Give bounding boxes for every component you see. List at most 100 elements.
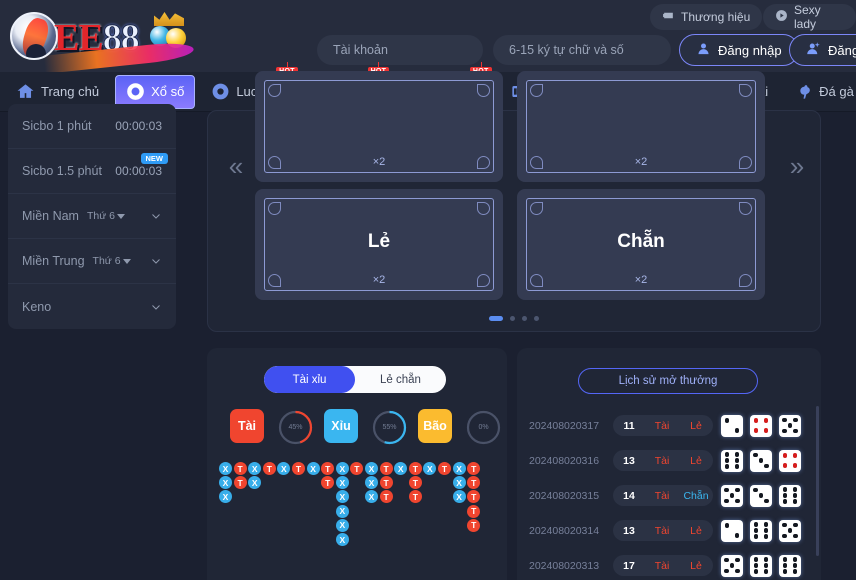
- bet-chip-xiu[interactable]: Xỉu: [324, 409, 358, 443]
- chevron-down-icon[interactable]: [150, 210, 162, 222]
- die-pip: [753, 418, 759, 423]
- bet-carousel: ×2 ×2 Lẻ ×2 Chẵn ×2 « »: [207, 71, 821, 332]
- bead-road-cell: T: [321, 462, 335, 475]
- sexy-lady-pill-button[interactable]: Sexy lady: [763, 3, 856, 31]
- bet-card-multiplier: ×2: [372, 274, 386, 286]
- die-pip: [793, 428, 798, 434]
- die-pip: [792, 569, 798, 574]
- die-face-6: [750, 554, 772, 577]
- die-pip: [782, 487, 788, 492]
- bead-road-cell: X: [335, 533, 349, 546]
- carousel-next-button[interactable]: »: [783, 153, 811, 181]
- bead-road-chart: XXXTTXXTXTXTTXXXXXXTXXXTTTXTTTXTXXXTTTTT: [219, 462, 499, 580]
- bet-card[interactable]: ×2: [255, 71, 503, 182]
- history-parity-label: Lẻ: [690, 419, 702, 432]
- main-content: ×2 ×2 Lẻ ×2 Chẵn ×2 « » Tài xỉu Lẻ chẵn Tài 45%…: [193, 71, 856, 580]
- bet-card-lẻ[interactable]: Lẻ ×2: [255, 189, 503, 300]
- login-button[interactable]: Đăng nhập: [679, 34, 799, 66]
- percent-ring-xiu: 55%: [371, 409, 408, 446]
- die-face-2: [721, 519, 743, 542]
- carousel-dot[interactable]: [510, 316, 515, 321]
- die-pip: [729, 493, 735, 498]
- history-dice-set: [721, 449, 801, 472]
- bet-card-chẵn[interactable]: Chẵn ×2: [517, 189, 765, 300]
- tab-tài-xỉu[interactable]: Tài xỉu: [264, 366, 355, 393]
- history-dice-set: [721, 484, 801, 507]
- bead-road-cell: T: [408, 490, 422, 504]
- history-size-label: Tài: [654, 419, 670, 432]
- history-issue-id: 202408020317: [529, 419, 600, 432]
- bead-road-cell: T: [438, 462, 451, 475]
- carousel-dot[interactable]: [522, 316, 527, 321]
- die-face-6: [779, 484, 801, 507]
- chevron-down-icon[interactable]: [150, 301, 162, 313]
- die-pip: [753, 563, 759, 568]
- bead-road-cell: T: [467, 476, 481, 490]
- percent-ring-tai: 45%: [277, 409, 314, 446]
- password-input[interactable]: [493, 35, 671, 65]
- die-pip: [724, 487, 729, 493]
- die-pip: [787, 528, 793, 533]
- die-pip: [782, 563, 788, 568]
- tab-lẻ-chẵn[interactable]: Lẻ chẵn: [355, 366, 446, 393]
- bead-road-cell: X: [452, 490, 466, 504]
- sidebar-item-miền-nam[interactable]: Miền Nam Thứ 6: [8, 194, 176, 239]
- sidebar-item-label: Sicbo 1.5 phút: [22, 164, 102, 178]
- die-face-6: [750, 519, 772, 542]
- die-pip: [782, 417, 787, 423]
- bead-road-cell: X: [423, 462, 437, 475]
- die-pip: [792, 557, 798, 562]
- die-pip: [792, 453, 798, 458]
- bet-chip-bao[interactable]: Bão: [418, 409, 452, 443]
- ornament-corner-icon: [268, 202, 281, 215]
- logo-ball-icon: [10, 12, 58, 60]
- die-pip: [763, 528, 769, 533]
- brand-icon: [662, 9, 675, 25]
- register-button[interactable]: Đăng k: [789, 34, 856, 66]
- bead-road-cell: X: [452, 476, 466, 490]
- ornament-corner-icon: [268, 84, 281, 97]
- die-face-5: [721, 554, 743, 577]
- bead-road-cell: X: [248, 462, 262, 475]
- nav-item-label: Đá gà: [819, 84, 854, 99]
- bead-road-cell: T: [467, 518, 481, 532]
- percent-ring-label: 45%: [288, 424, 303, 431]
- die-pip: [793, 522, 798, 528]
- die-face-3: [750, 449, 772, 472]
- die-pip: [793, 417, 798, 423]
- die-pip: [729, 563, 735, 568]
- sidebar-item-label: Miền Trung: [22, 254, 85, 268]
- bead-road-cell: X: [219, 462, 232, 475]
- sidebar-day-selector[interactable]: Thứ 6: [93, 255, 131, 267]
- die-pip: [787, 423, 793, 428]
- die-face-3: [750, 484, 772, 507]
- bet-chip-tai[interactable]: Tài: [230, 409, 264, 443]
- sidebar-item-miền-trung[interactable]: Miền Trung Thứ 6: [8, 239, 176, 284]
- nav-item-đá-gà[interactable]: Đá gà: [784, 75, 856, 109]
- bet-card[interactable]: ×2: [517, 71, 765, 182]
- brand-pill-button[interactable]: Thương hiệu: [650, 4, 763, 30]
- chevron-down-icon[interactable]: [150, 255, 162, 267]
- nav-item-label: Xổ số: [151, 84, 185, 99]
- new-badge: NEW: [140, 153, 168, 164]
- bead-road-cell: X: [452, 462, 466, 475]
- die-pip: [724, 557, 729, 563]
- sidebar-item-sicbo-1-phút[interactable]: Sicbo 1 phút 00:00:03: [8, 104, 176, 149]
- history-scrollbar[interactable]: [816, 406, 819, 556]
- history-button[interactable]: Lịch sử mở thưởng: [578, 368, 758, 394]
- site-logo[interactable]: EE88: [6, 6, 195, 74]
- die-pip: [753, 522, 759, 527]
- carousel-prev-button[interactable]: «: [222, 153, 250, 181]
- die-pip: [753, 487, 758, 493]
- lottery-ball-icon: [126, 82, 145, 101]
- login-button-label: Đăng nhập: [718, 42, 782, 58]
- sidebar-item-keno[interactable]: Keno: [8, 284, 176, 329]
- sidebar-item-sicbo-1-5-phút[interactable]: Sicbo 1.5 phút 00:00:03 NEW: [8, 149, 176, 194]
- carousel-dot[interactable]: [534, 316, 539, 321]
- history-size-label: Tài: [654, 454, 670, 467]
- sidebar-day-selector[interactable]: Thứ 6: [87, 210, 126, 222]
- bead-road-cell: T: [379, 462, 393, 475]
- carousel-dot[interactable]: [489, 316, 503, 321]
- account-input[interactable]: [317, 35, 483, 65]
- sidebar-game-list: Sicbo 1 phút 00:00:03 Sicbo 1.5 phút 00:00:…: [8, 104, 176, 329]
